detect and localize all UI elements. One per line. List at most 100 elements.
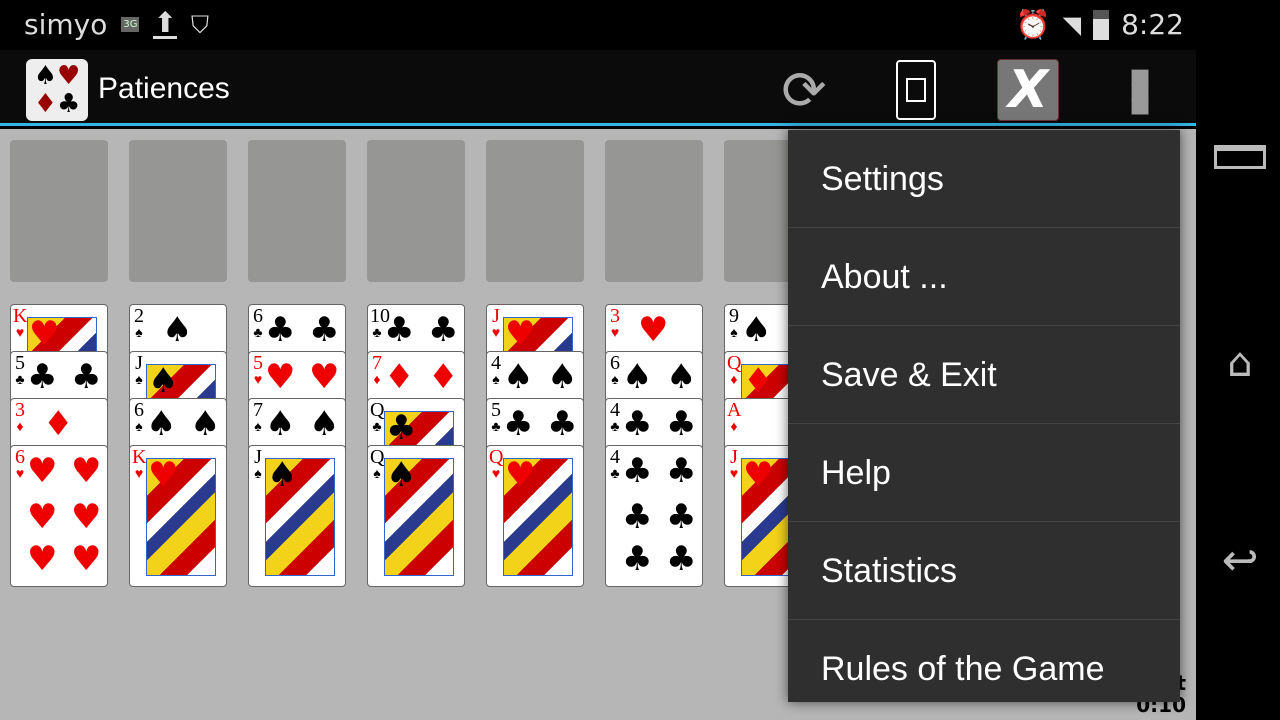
rank-text: 4: [491, 352, 501, 374]
rotate-screen-button[interactable]: [884, 58, 948, 122]
suit-pip: ♦: [43, 404, 74, 444]
playing-card[interactable]: ♣ ♣ ♣ ♣ ♣ ♣ 4 ♣: [605, 445, 703, 587]
card-rank: J ♠: [132, 352, 146, 390]
back-icon: ↩: [1221, 535, 1259, 586]
menu-item-save-exit[interactable]: Save & Exit: [788, 326, 1180, 424]
suit-text: ♥: [253, 373, 263, 388]
rank-text: 10: [370, 305, 390, 327]
restart-button[interactable]: ⟳: [772, 58, 836, 122]
suit-text: ♥: [491, 326, 501, 341]
rank-text: 6: [253, 305, 263, 327]
menu-item-settings[interactable]: Settings: [788, 130, 1180, 228]
foundation-slot[interactable]: [129, 140, 227, 282]
suit-pip: ♥: [638, 310, 669, 350]
suit-pip: ♣: [547, 404, 578, 444]
recent-apps-icon: [1214, 145, 1266, 169]
rank-text: J: [135, 352, 143, 374]
suit-text: ♥: [15, 467, 25, 482]
suit-text: ♥: [491, 467, 501, 482]
suit-pip: ♦: [428, 357, 459, 397]
suit-pip: ♠: [741, 310, 772, 350]
playing-card[interactable]: ♥ K ♥: [129, 445, 227, 587]
suit-pip: ♦: [384, 357, 415, 397]
suit-pip: ♠: [146, 404, 177, 444]
suit-text: ♥: [729, 467, 739, 482]
suit-text: ♣: [491, 420, 501, 435]
battery-icon: [1093, 9, 1110, 40]
suit-pip: ♠: [666, 357, 697, 397]
foundation-slot[interactable]: [605, 140, 703, 282]
card-rank: J ♥: [489, 306, 503, 343]
rank-text: 7: [372, 352, 382, 374]
suit-text: ♣: [610, 420, 620, 435]
suit-text: ♠: [135, 420, 143, 435]
card-rank: 5 ♣: [13, 353, 27, 390]
rank-text: K: [132, 446, 147, 468]
suit-text: ♠: [373, 467, 381, 482]
rank-text: Q: [370, 399, 385, 421]
suit-text: ♦: [373, 373, 381, 388]
foundation-slot[interactable]: [10, 140, 108, 282]
suit-pip: ♠: [622, 357, 653, 397]
suit-pip: ♣: [622, 497, 653, 537]
suit-pip: ♣: [386, 408, 417, 448]
menu-item-statistics[interactable]: Statistics: [788, 522, 1180, 620]
card-rank: 9 ♠: [727, 306, 741, 343]
rank-text: Q: [370, 446, 385, 468]
close-game-icon: X: [997, 59, 1059, 121]
overflow-menu: Settings About ... Save & Exit Help Stat…: [788, 130, 1180, 702]
menu-item-rules[interactable]: Rules of the Game: [788, 620, 1180, 718]
back-button[interactable]: ↩: [1212, 535, 1268, 586]
rank-text: 6: [15, 446, 25, 468]
suit-pip: ♣: [71, 357, 102, 397]
card-rank: J ♠: [251, 446, 265, 484]
overflow-menu-button[interactable]: ▪ ▪ ▪: [1108, 58, 1172, 122]
suit-text: ♠: [611, 373, 619, 388]
card-rank: 7 ♠: [251, 400, 265, 437]
playing-card[interactable]: ♠ J ♠: [248, 445, 346, 587]
suit-text: ♣: [253, 326, 263, 341]
playing-card[interactable]: ♥ Q ♥: [486, 445, 584, 587]
app-logo-icon: ♠♥ ♦♣: [26, 59, 88, 121]
foundation-slot[interactable]: [486, 140, 584, 282]
rank-text: K: [13, 305, 28, 327]
card-rank: 2 ♠: [132, 306, 146, 343]
rank-text: 4: [610, 446, 620, 468]
suit-pip: ♠: [190, 404, 221, 444]
suit-pip: ♥: [505, 455, 536, 495]
carrier-name: simyo: [24, 8, 108, 41]
home-button[interactable]: ⌂: [1212, 340, 1268, 386]
alarm-icon: ⏰: [1015, 8, 1051, 41]
foundation-slot[interactable]: [248, 140, 346, 282]
recent-apps-button[interactable]: [1212, 145, 1268, 169]
card-rank: Q ♣: [370, 399, 385, 437]
rank-text: 6: [610, 352, 620, 374]
suit-pip: ♥: [309, 357, 340, 397]
suit-pip: ♣: [622, 404, 653, 444]
rank-text: J: [254, 446, 262, 468]
upload-icon: ⬆: [153, 6, 177, 39]
menu-item-help[interactable]: Help: [788, 424, 1180, 522]
menu-item-about[interactable]: About ...: [788, 228, 1180, 326]
rank-text: J: [730, 446, 738, 468]
suit-text: ♣: [15, 373, 25, 388]
card-rank: 5 ♥: [251, 353, 265, 390]
card-rank: 7 ♦: [370, 352, 384, 390]
suit-text: ♥: [15, 326, 25, 341]
suit-pip: ♥: [29, 314, 60, 354]
card-rank: J ♥: [727, 446, 741, 484]
action-bar: ♠♥ ♦♣ Patiences ⟳ X ▪ ▪ ▪: [0, 50, 1196, 126]
suit-pip: ♣: [666, 404, 697, 444]
suit-pip: ♠: [386, 455, 417, 495]
foundation-slot[interactable]: [367, 140, 465, 282]
suit-text: ♦: [730, 420, 738, 435]
suit-pip: ♠: [547, 357, 578, 397]
suit-text: ♦: [16, 420, 24, 435]
playing-card[interactable]: ♥ ♥ ♥ ♥ ♥ ♥ 6 ♥: [10, 445, 108, 587]
suit-pip: ♥: [27, 539, 58, 579]
card-rank: 4 ♣: [608, 400, 622, 437]
playing-card[interactable]: ♠ Q ♠: [367, 445, 465, 587]
rotate-screen-icon: [896, 60, 936, 120]
close-game-button[interactable]: X: [996, 58, 1060, 122]
suit-pip: ♥: [27, 497, 58, 537]
